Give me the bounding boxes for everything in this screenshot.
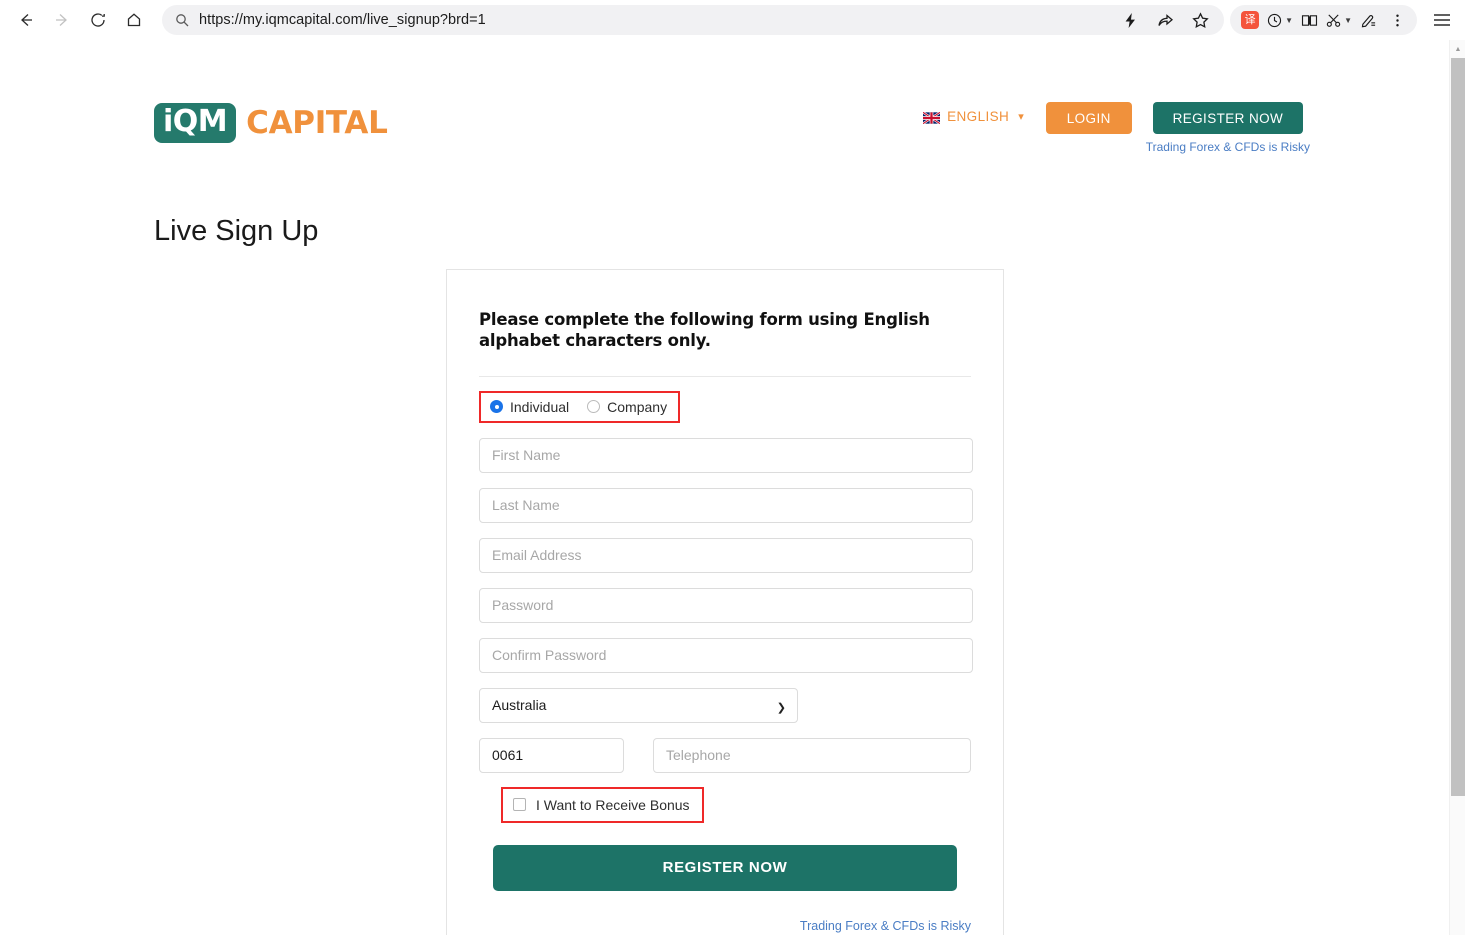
page-scrollbar[interactable]: ▲ xyxy=(1449,40,1465,935)
register-now-button-header[interactable]: REGISTER NOW xyxy=(1152,102,1304,134)
risk-disclaimer-link-form[interactable]: Trading Forex & CFDs is Risky xyxy=(479,919,971,933)
language-label: ENGLISH xyxy=(947,109,1010,124)
logo-mark: iQM xyxy=(154,103,237,143)
lightning-icon[interactable] xyxy=(1121,11,1140,30)
signup-form-card: Please complete the following form using… xyxy=(446,269,1004,935)
divider xyxy=(479,375,971,377)
risk-disclaimer-link-header[interactable]: Trading Forex & CFDs is Risky xyxy=(1146,140,1310,154)
country-select-wrapper: Australia ❯ xyxy=(479,687,798,723)
address-bar[interactable]: https://my.iqmcapital.com/live_signup?br… xyxy=(162,5,1225,35)
login-button[interactable]: LOGIN xyxy=(1045,102,1132,134)
account-type-radio-group: Individual Company xyxy=(479,390,681,423)
phone-row xyxy=(479,737,971,773)
password-input[interactable] xyxy=(479,587,973,623)
receive-bonus-checkbox-group[interactable]: I Want to Receive Bonus xyxy=(501,786,704,823)
scissors-icon[interactable]: ▼ xyxy=(1325,7,1352,33)
country-select[interactable]: Australia xyxy=(479,687,798,723)
reload-icon[interactable] xyxy=(80,4,116,36)
logo-wordmark: CAPITAL xyxy=(246,104,388,141)
scrollbar-up-arrow-icon[interactable]: ▲ xyxy=(1450,42,1465,56)
share-icon[interactable] xyxy=(1156,11,1175,30)
radio-option-individual[interactable]: Individual xyxy=(490,399,569,415)
dial-code-input[interactable] xyxy=(479,737,624,773)
history-clock-icon[interactable]: ▼ xyxy=(1266,7,1293,33)
star-icon[interactable] xyxy=(1191,11,1210,30)
browser-toolbar: https://my.iqmcapital.com/live_signup?br… xyxy=(0,0,1465,40)
translate-glyph: 译 xyxy=(1241,11,1260,29)
radio-individual-label: Individual xyxy=(510,398,570,415)
first-name-input[interactable] xyxy=(479,437,973,473)
radio-option-company[interactable]: Company xyxy=(587,399,667,415)
home-icon[interactable] xyxy=(116,4,152,36)
search-icon xyxy=(174,12,190,28)
chevron-down-icon: ▾ xyxy=(1018,111,1024,123)
page-viewport: iQM CAPITAL ENGLISH ▾ LOGIN REGISTER NOW… xyxy=(0,40,1449,935)
scrollbar-thumb[interactable] xyxy=(1451,58,1465,796)
forward-arrow-icon xyxy=(44,4,80,36)
uk-flag-icon xyxy=(922,110,941,125)
address-bar-icons xyxy=(1121,11,1212,30)
translate-icon[interactable]: 译 xyxy=(1237,7,1263,33)
hamburger-menu-icon[interactable] xyxy=(1429,7,1455,33)
logo-mark-text: iQM xyxy=(163,104,228,139)
email-input[interactable] xyxy=(479,537,973,573)
site-logo[interactable]: iQM CAPITAL xyxy=(154,103,388,143)
site-header: iQM CAPITAL ENGLISH ▾ LOGIN REGISTER NOW… xyxy=(0,40,1449,158)
receive-bonus-checkbox[interactable] xyxy=(513,798,526,812)
more-vertical-icon[interactable] xyxy=(1384,7,1410,33)
radio-company-icon[interactable] xyxy=(587,400,601,414)
last-name-input[interactable] xyxy=(479,487,973,523)
pen-notes-icon[interactable] xyxy=(1355,7,1381,33)
address-bar-url: https://my.iqmcapital.com/live_signup?br… xyxy=(199,12,486,28)
register-now-submit-button[interactable]: REGISTER NOW xyxy=(493,844,957,891)
form-heading: Please complete the following form using… xyxy=(479,310,930,350)
browser-nav-buttons xyxy=(0,4,152,36)
radio-individual-icon[interactable] xyxy=(490,400,503,414)
header-register-group: REGISTER NOW Trading Forex & CFDs is Ris… xyxy=(1146,102,1310,154)
language-selector[interactable]: ENGLISH ▾ xyxy=(922,109,1024,125)
book-reader-icon[interactable] xyxy=(1296,7,1322,33)
browser-extension-toolbar: 译 ▼ ▼ xyxy=(1230,5,1465,35)
chevron-down-icon: ▼ xyxy=(1285,15,1294,25)
page-title: Live Sign Up xyxy=(154,215,319,247)
chevron-down-icon: ▼ xyxy=(1344,15,1352,25)
confirm-password-input[interactable] xyxy=(479,637,973,673)
country-select-value: Australia xyxy=(492,697,547,714)
radio-company-label: Company xyxy=(607,398,668,415)
header-actions: ENGLISH ▾ LOGIN REGISTER NOW Trading For… xyxy=(922,102,1310,154)
back-arrow-icon[interactable] xyxy=(8,4,44,36)
telephone-input[interactable] xyxy=(653,737,971,773)
receive-bonus-label: I Want to Receive Bonus xyxy=(536,796,690,813)
